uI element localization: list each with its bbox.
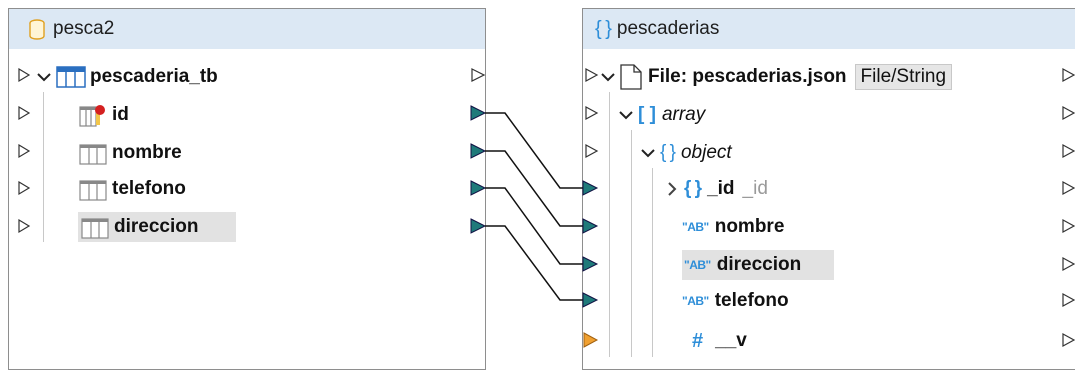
- chevron-down-icon[interactable]: [600, 69, 616, 85]
- chevron-down-icon[interactable]: [618, 107, 634, 123]
- database-icon: [29, 18, 45, 40]
- file-label: File: pescaderias.json: [648, 66, 847, 87]
- column-name: direccion: [114, 216, 199, 237]
- column-row-direccion[interactable]: direccion: [78, 212, 236, 242]
- column-icon: [80, 215, 110, 239]
- array-icon: [ ]: [638, 104, 656, 125]
- column-name: id: [112, 104, 129, 125]
- target-component-title: pescaderias: [616, 18, 720, 39]
- source-component-title: pesca2: [53, 18, 115, 39]
- tree-guide-line: [631, 130, 632, 357]
- primary-key-column-icon: [78, 103, 108, 127]
- field-row-v[interactable]: # __v: [692, 326, 747, 356]
- column-icon: [78, 177, 108, 201]
- file-row[interactable]: File: pescaderias.json File/String: [600, 62, 953, 92]
- wire-nombre-to-nombre[interactable]: [485, 150, 583, 227]
- table-name: pescaderia_tb: [90, 66, 218, 87]
- wire-telefono-to-direccion[interactable]: [485, 187, 583, 265]
- json-braces-icon: { }: [595, 17, 612, 40]
- wire-id-to-id[interactable]: [485, 112, 583, 189]
- string-type-icon: "AB": [684, 258, 711, 272]
- source-component-header[interactable]: pesca2: [9, 9, 485, 49]
- chevron-right-icon[interactable]: [664, 181, 680, 197]
- field-name: nombre: [714, 216, 785, 237]
- string-type-icon: "AB": [682, 220, 709, 234]
- object-label: object: [680, 142, 732, 163]
- column-row-id[interactable]: id: [78, 100, 129, 130]
- number-type-icon: #: [692, 329, 704, 352]
- field-name: _id: [707, 178, 735, 199]
- column-icon: [78, 141, 108, 165]
- field-row-direccion[interactable]: "AB" direccion: [682, 250, 834, 280]
- table-icon: [56, 65, 86, 89]
- field-name: __v: [715, 330, 747, 351]
- chevron-down-icon[interactable]: [36, 69, 52, 85]
- chevron-down-icon[interactable]: [640, 145, 656, 161]
- column-row-telefono[interactable]: telefono: [78, 174, 186, 204]
- array-row[interactable]: [ ] array: [618, 100, 705, 130]
- object-row[interactable]: { } object: [640, 138, 732, 168]
- field-row-telefono[interactable]: "AB" telefono: [682, 286, 789, 316]
- table-row-pescaderia-tb[interactable]: pescaderia_tb: [36, 62, 218, 92]
- string-type-icon: "AB": [682, 294, 709, 308]
- wire-direccion-to-telefono[interactable]: [485, 225, 583, 301]
- field-row-id[interactable]: { } _id _id: [664, 174, 768, 204]
- field-alias: _id: [742, 178, 768, 199]
- object-icon: { }: [684, 178, 702, 199]
- target-component-header[interactable]: { } pescaderias: [583, 9, 1075, 49]
- tree-guide-line: [43, 92, 44, 242]
- column-name: telefono: [112, 178, 186, 199]
- column-name: nombre: [112, 142, 182, 163]
- tree-guide-line: [652, 168, 653, 357]
- object-icon: { }: [660, 142, 676, 163]
- array-label: array: [661, 104, 706, 125]
- tree-guide-line: [609, 92, 610, 357]
- file-string-button[interactable]: File/String: [854, 64, 953, 90]
- file-icon: [620, 64, 642, 90]
- column-row-nombre[interactable]: nombre: [78, 138, 182, 168]
- field-name: telefono: [714, 290, 789, 311]
- field-name: direccion: [716, 254, 802, 275]
- field-row-nombre[interactable]: "AB" nombre: [682, 212, 784, 242]
